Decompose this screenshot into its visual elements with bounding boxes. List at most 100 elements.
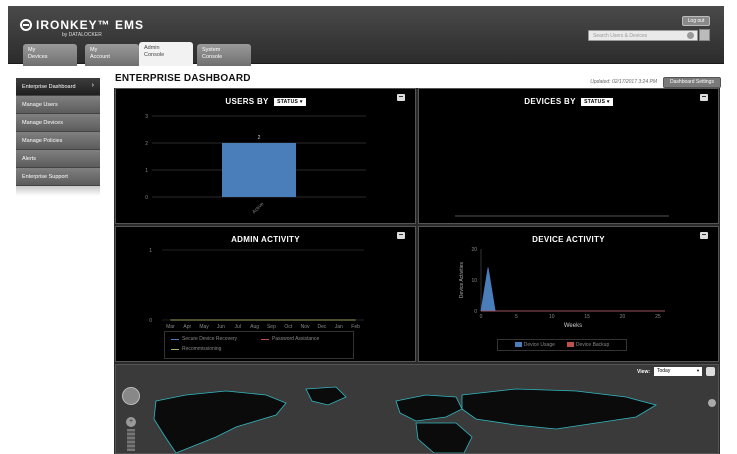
x-tick-label: Active <box>251 201 265 215</box>
expand-icon[interactable] <box>708 399 716 407</box>
x-tick-label: Jan <box>335 324 343 330</box>
map-view-label: View: <box>637 369 650 375</box>
users-chart: 0 1 2 3 2 Active <box>145 114 366 215</box>
device-activity-legend: Device Usage Device Backup <box>497 339 627 351</box>
legend-item: Password Assistance <box>261 336 319 342</box>
map-panel: View: Today + <box>115 364 719 454</box>
series-area <box>480 267 665 312</box>
legend-label: Device Usage <box>523 342 555 348</box>
sidebar-item-label: Enterprise Support <box>22 174 68 180</box>
x-tick-label: Oct <box>284 324 292 330</box>
continent-africa <box>415 422 473 453</box>
y-tick-label: 1 <box>145 168 148 174</box>
zoom-slider[interactable] <box>127 429 135 451</box>
x-tick-label: Jul <box>235 324 241 330</box>
x-tick-label: Dec <box>317 324 326 330</box>
tab-system-console[interactable]: System Console <box>197 44 251 66</box>
tab-label: Account <box>90 54 110 60</box>
y-tick-label: 0 <box>474 309 477 315</box>
dashboard-grid: USERS BY STATUS ▾ 0 1 2 3 2 Active DEVICES BY… <box>114 88 720 454</box>
tab-my-devices[interactable]: My Devices <box>23 44 77 66</box>
x-tick-label: May <box>199 324 209 330</box>
y-tick-label: 10 <box>471 278 477 284</box>
map-view-select[interactable]: Today <box>654 367 702 376</box>
sidebar-item-manage-policies[interactable]: Manage Policies <box>16 132 100 150</box>
tab-label: My <box>90 47 98 53</box>
legend-label: Recommissioning <box>182 346 222 352</box>
tab-label: Console <box>202 54 223 60</box>
tab-my-account[interactable]: My Account <box>85 44 139 66</box>
app-header: IRONKEY™ EMS by DATALOCKER My Devices My… <box>8 6 724 66</box>
legend-label: Device Backup <box>575 342 610 348</box>
tab-label: System <box>202 47 221 53</box>
legend-swatch <box>514 342 522 347</box>
legend-item: Device Backup <box>566 342 610 348</box>
sidebar-item-enterprise-dashboard[interactable]: Enterprise Dashboard › <box>16 78 100 96</box>
sidebar-item-alerts[interactable]: Alerts <box>16 150 100 168</box>
dashboard-settings-button[interactable]: Dashboard Settings <box>663 77 721 88</box>
sidebar-item-label: Enterprise Dashboard <box>22 84 76 90</box>
pan-control-icon[interactable] <box>122 387 140 405</box>
lock-icon <box>20 19 32 31</box>
logout-button[interactable]: Log out <box>682 16 710 26</box>
sidebar-item-label: Manage Devices <box>22 120 63 126</box>
search-input[interactable]: Search Users & Devices <box>588 30 698 41</box>
x-tick-label: 25 <box>655 314 661 320</box>
device-activity-panel: DEVICE ACTIVITY 0 10 20 0 5 10 15 20 25 Weeks Devi… <box>418 226 719 362</box>
search-icon[interactable] <box>699 29 710 41</box>
legend-swatch <box>566 342 574 347</box>
y-tick-label: 3 <box>145 114 148 120</box>
x-tick-label: 5 <box>515 314 518 320</box>
x-tick-label: Mar <box>166 324 175 330</box>
x-tick-label: Jun <box>217 324 225 330</box>
logo-subtitle: by DATALOCKER <box>62 32 102 38</box>
admin-activity-panel: ADMIN ACTIVITY 0 1 Mar Apr May Jun Jul Aug Sep Oc… <box>115 226 416 362</box>
devices-by-panel: DEVICES BY STATUS ▾ <box>418 88 719 224</box>
y-tick-label: 20 <box>471 247 477 253</box>
minimize-icon[interactable] <box>706 367 715 376</box>
x-tick-label: Nov <box>301 324 310 330</box>
devices-chart <box>455 215 669 217</box>
legend-item: Secure Device Recovery <box>171 336 237 342</box>
sidebar-item-enterprise-support[interactable]: Enterprise Support <box>16 168 100 186</box>
legend-label: Secure Device Recovery <box>182 336 238 342</box>
x-tick-label: 15 <box>584 314 590 320</box>
x-axis-label: Weeks <box>564 323 582 329</box>
continent-asia <box>461 388 658 430</box>
y-tick-label: 0 <box>145 195 148 201</box>
legend-swatch <box>171 348 179 350</box>
tab-label: My <box>28 47 36 53</box>
sidebar-item-label: Alerts <box>22 156 37 162</box>
tab-admin-console[interactable]: Admin Console <box>139 42 193 66</box>
users-by-panel: USERS BY STATUS ▾ 0 1 2 3 2 Active <box>115 88 416 224</box>
x-tick-label: 0 <box>480 314 483 320</box>
y-tick-label: 0 <box>149 318 152 324</box>
page-title: ENTERPRISE DASHBOARD <box>115 73 251 84</box>
y-tick-label: 1 <box>149 248 152 254</box>
sidebar-item-manage-devices[interactable]: Manage Devices <box>16 114 100 132</box>
legend-item: Recommissioning <box>171 346 221 352</box>
x-tick-label: Aug <box>250 324 259 330</box>
tab-label: Admin <box>144 45 160 51</box>
zoom-in-icon[interactable]: + <box>126 417 136 427</box>
y-tick-label: 2 <box>145 141 148 147</box>
sidebar-item-label: Manage Policies <box>22 138 63 144</box>
sidebar-item-manage-users[interactable]: Manage Users <box>16 96 100 114</box>
x-tick-label: Sep <box>267 324 276 330</box>
bar <box>222 143 296 197</box>
y-axis-label: Device Activities <box>459 261 465 298</box>
x-tick-label: Apr <box>183 324 191 330</box>
sidebar-item-label: Manage Users <box>22 102 58 108</box>
clear-icon[interactable] <box>687 32 694 39</box>
data-label: 2 <box>258 135 261 141</box>
tab-label: Console <box>144 52 165 58</box>
sidebar: Enterprise Dashboard › Manage Users Mana… <box>16 78 100 196</box>
x-tick-label: 10 <box>549 314 555 320</box>
legend-item: Device Usage <box>514 342 555 348</box>
chevron-right-icon: › <box>91 82 94 89</box>
world-map[interactable] <box>116 365 718 453</box>
ironkey-logo[interactable]: IRONKEY™ EMS <box>20 18 144 32</box>
continent-europe <box>395 394 463 422</box>
legend-label: Password Assistance <box>272 336 320 342</box>
admin-legend: Secure Device Recovery Password Assistan… <box>164 331 354 359</box>
